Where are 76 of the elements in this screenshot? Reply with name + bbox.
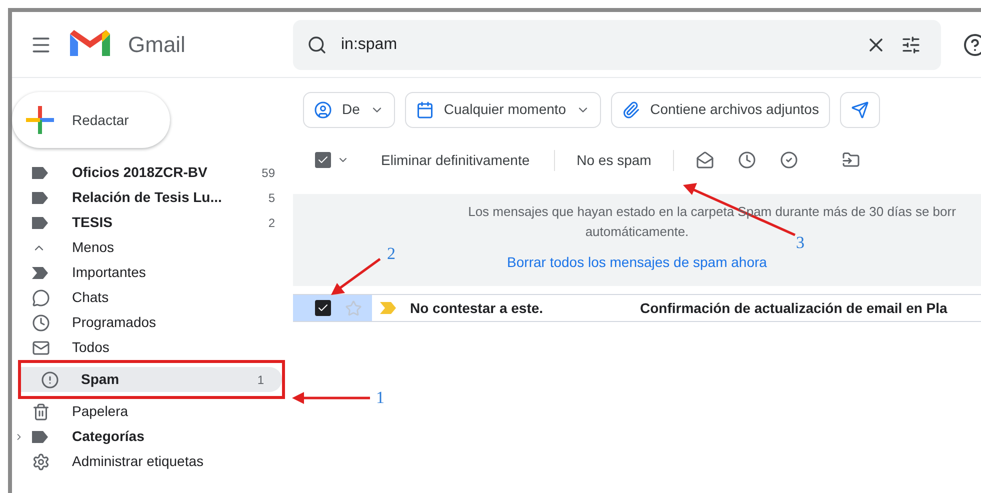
- folder-icon[interactable]: [842, 151, 860, 169]
- app-name: Gmail: [128, 31, 186, 59]
- message-sender: No contestar a este.: [410, 298, 544, 318]
- mail-icon: [32, 338, 50, 356]
- message-row[interactable]: No contestar a este. Confirmación de actualización de email en Pla: [293, 294, 981, 322]
- search-value: in:spam: [341, 34, 398, 54]
- open-mail-icon[interactable]: [696, 151, 714, 169]
- sidebar-label: Menos: [72, 238, 116, 257]
- label-icon: [32, 192, 48, 204]
- unread-count: 1: [257, 372, 264, 388]
- sidebar-label: Todos: [72, 338, 110, 357]
- check-icon: [317, 154, 329, 166]
- sidebar-item[interactable]: Papelera: [12, 399, 293, 424]
- select-all-checkbox[interactable]: [315, 152, 331, 168]
- sidebar-item[interactable]: Chats: [12, 285, 293, 310]
- unread-count: 5: [268, 190, 275, 206]
- sidebar-label: Programados: [72, 313, 158, 332]
- delete-forever-button[interactable]: Eliminar definitivamente: [381, 150, 555, 170]
- star-icon[interactable]: [345, 300, 362, 316]
- search-field[interactable]: in:spam: [293, 20, 941, 70]
- sidebar-item[interactable]: Importantes: [12, 260, 293, 285]
- compose-button[interactable]: Redactar: [12, 92, 170, 148]
- sidebar-item[interactable]: TESIS 2: [12, 210, 293, 235]
- important-icon: [380, 302, 396, 314]
- annotation-number: 3: [796, 232, 804, 254]
- arrow: [331, 258, 381, 295]
- filter-chip[interactable]: [840, 92, 880, 128]
- plus-icon: [26, 106, 54, 134]
- sidebar-item[interactable]: Todos: [12, 335, 293, 360]
- sidebar-item[interactable]: Menos: [12, 235, 293, 260]
- calendar-icon: [416, 100, 434, 118]
- chat-icon: [32, 288, 50, 306]
- notice-text: automáticamente.: [585, 222, 689, 240]
- sidebar-label: Oficios 2018ZCR-BV: [72, 163, 208, 182]
- send-icon: [850, 100, 869, 118]
- important-icon: [32, 266, 48, 278]
- annotation-number: 1: [376, 387, 384, 409]
- annotation-number: 2: [387, 243, 396, 265]
- sidebar-item[interactable]: Categorías: [12, 424, 293, 449]
- sidebar-item[interactable]: Oficios 2018ZCR-BV 59: [12, 160, 293, 185]
- not-spam-button[interactable]: No es spam: [576, 150, 674, 170]
- label-icon: [32, 216, 48, 228]
- message-subject: Confirmación de actualización de email en Pla: [640, 298, 948, 318]
- filter-chip[interactable]: De: [303, 92, 395, 128]
- check-circle-icon[interactable]: [780, 151, 798, 169]
- message-checkbox[interactable]: [315, 300, 331, 316]
- clock-icon[interactable]: [738, 151, 756, 169]
- unread-count: 59: [262, 164, 275, 182]
- sidebar-label: Spam: [81, 370, 120, 389]
- sidebar-label: Importantes: [72, 263, 147, 282]
- delete-spam-link[interactable]: Borrar todos los mensajes de spam ahora: [507, 252, 767, 273]
- sidebar-label: Chats: [72, 288, 110, 307]
- alert-icon: [41, 370, 59, 388]
- sidebar-item[interactable]: Administrar etiquetas: [12, 449, 293, 474]
- settings-icon: [32, 452, 50, 470]
- sidebar-item[interactable]: Relación de Tesis Lu... 5: [12, 185, 293, 210]
- sidebar-label: Papelera: [72, 402, 130, 421]
- sliders-icon[interactable]: [901, 34, 921, 54]
- person-icon: [314, 100, 332, 118]
- help-icon[interactable]: [963, 32, 981, 56]
- search-icon: [307, 34, 327, 54]
- paperclip-icon: [622, 100, 640, 118]
- sidebar-item[interactable]: Spam 1: [21, 367, 282, 392]
- check-icon: [317, 302, 329, 314]
- unread-count: 2: [268, 214, 275, 232]
- sidebar-label: Categorías: [72, 427, 146, 446]
- filter-chip[interactable]: Cualquier momento: [404, 92, 602, 128]
- sidebar-item[interactable]: Programados: [12, 310, 293, 335]
- sidebar-label: TESIS: [72, 213, 114, 232]
- trash-icon: [32, 402, 50, 420]
- sidebar-label: Relación de Tesis Lu...: [72, 188, 223, 207]
- clock-icon: [32, 314, 50, 332]
- label-icon: [32, 430, 48, 442]
- label-icon: [32, 166, 48, 178]
- sidebar-label: Administrar etiquetas: [72, 452, 205, 471]
- filter-chip[interactable]: Contiene archivos adjuntos: [611, 92, 830, 128]
